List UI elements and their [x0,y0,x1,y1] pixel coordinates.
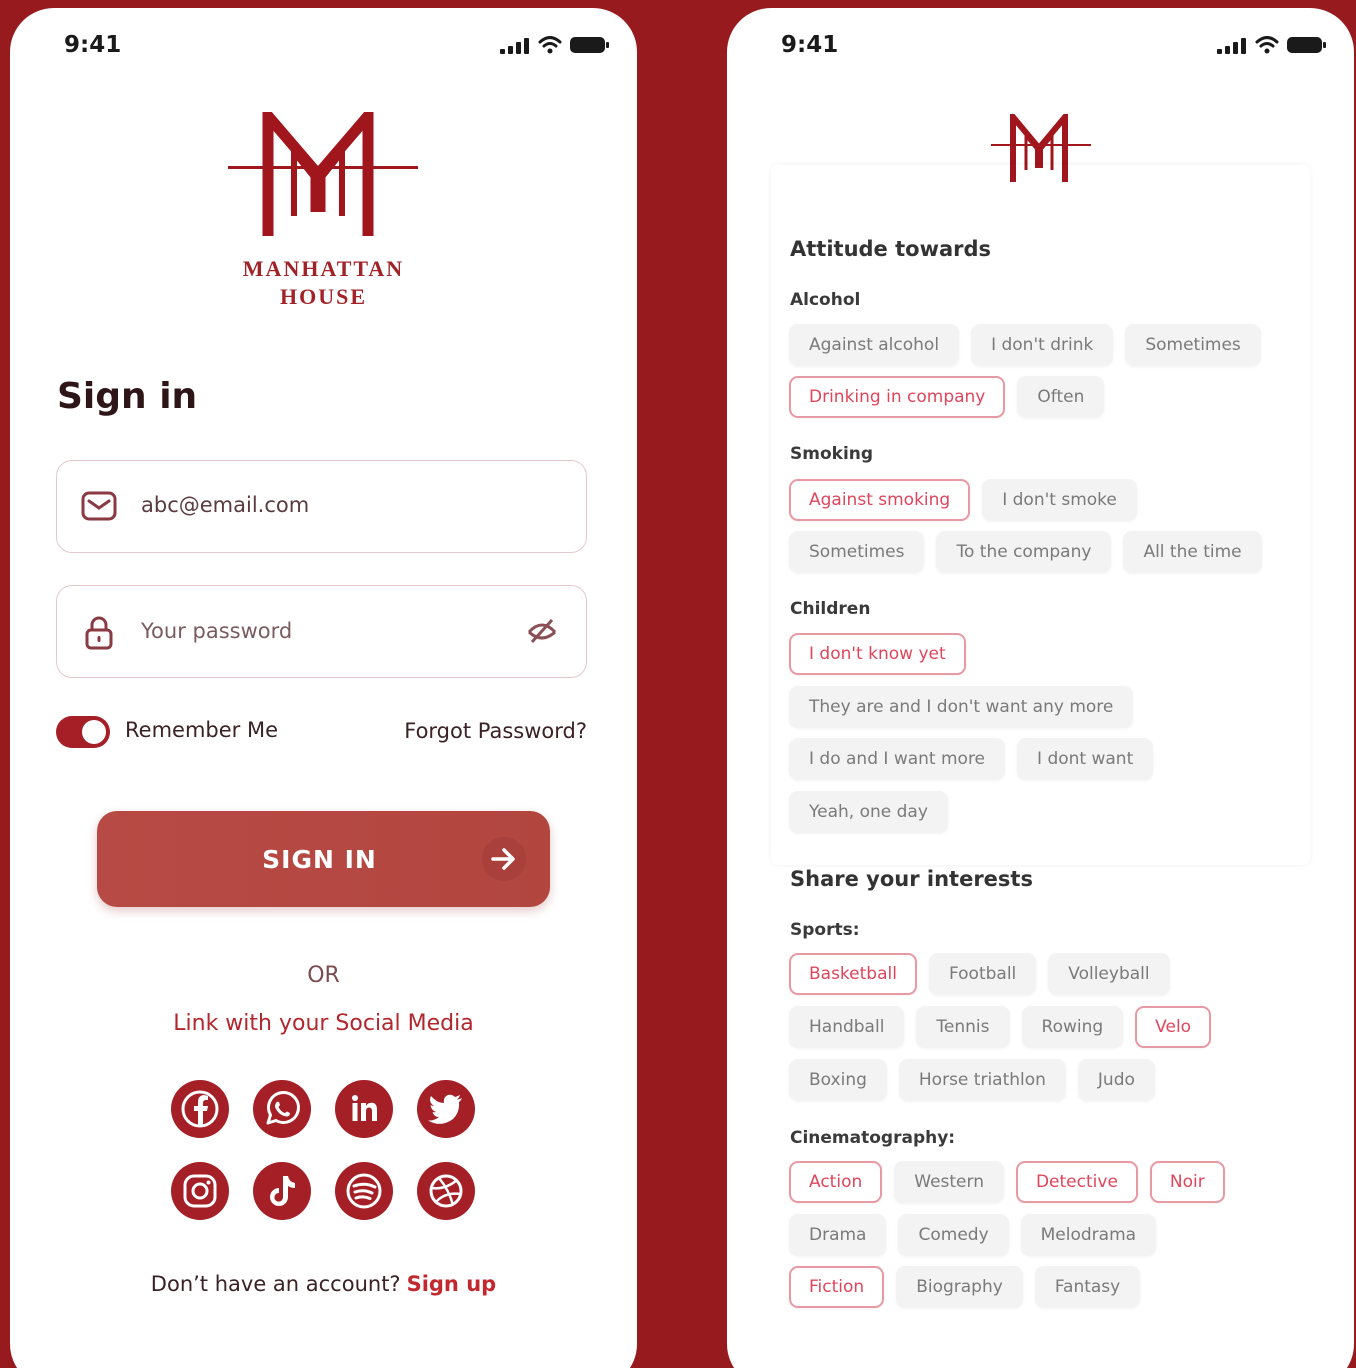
email-value: abc@email.com [141,493,310,517]
chip-often[interactable]: Often [1017,376,1105,418]
spotify-icon[interactable] [335,1162,393,1220]
twitter-icon[interactable] [417,1080,475,1138]
chip-row: Drinking in company Often [789,376,1105,418]
chip-western[interactable]: Western [894,1161,1004,1203]
facebook-icon[interactable] [171,1080,229,1138]
signin-screen: 9:41 MANHATTAN HOUSE Sign in abc@email.c… [10,8,637,1368]
toggle-knob [82,720,106,744]
chip-comedy[interactable]: Comedy [898,1214,1009,1256]
chip-to-the-company[interactable]: To the company [936,531,1112,573]
chip-biography[interactable]: Biography [896,1266,1023,1308]
chip-sometimes[interactable]: Sometimes [789,531,925,573]
chip-drinking-in-company[interactable]: Drinking in company [789,376,1006,418]
chip-horse-triathlon[interactable]: Horse triathlon [898,1059,1066,1101]
chip-against-smoking[interactable]: Against smoking [789,479,971,521]
signal-icon [1217,38,1246,54]
chip-rowing[interactable]: Rowing [1021,1006,1124,1048]
group-title-smoking: Smoking [790,444,874,464]
no-account-text: Don’t have an account? [150,1272,401,1296]
chip-all-the-time[interactable]: All the time [1123,531,1262,573]
chip-row: Action Western Detective Noir [789,1161,1225,1203]
chip-row: I don't know yet [789,633,966,675]
chip-i-dont-want[interactable]: I dont want [1017,738,1154,780]
hide-password-icon[interactable] [526,616,558,644]
chip-basketball[interactable]: Basketball [789,953,917,995]
brand-name-line2: HOUSE [279,284,368,309]
or-divider: OR [307,963,340,988]
chip-boxing[interactable]: Boxing [789,1059,887,1101]
lock-icon [85,616,113,650]
status-time: 9:41 [64,32,122,58]
chip-row: Handball Tennis Rowing Velo [789,1006,1212,1048]
chip-handball[interactable]: Handball [789,1006,905,1048]
chip-yeah-one-day[interactable]: Yeah, one day [789,791,948,833]
social-media-heading: Link with your Social Media [173,1011,474,1036]
chip-i-dont-drink[interactable]: I don't drink [971,324,1114,366]
chip-against-alcohol[interactable]: Against alcohol [789,324,960,366]
mail-icon [81,491,117,521]
password-field[interactable] [56,585,587,678]
group-title-sports: Sports: [790,920,860,940]
wifi-icon [538,36,562,54]
chip-velo[interactable]: Velo [1135,1006,1212,1048]
chip-football[interactable]: Football [928,953,1037,995]
whatsapp-icon[interactable] [253,1080,311,1138]
email-field[interactable]: abc@email.com [56,460,587,553]
sign-up-link[interactable]: Sign up [407,1272,497,1296]
remember-me-label: Remember Me [125,718,278,742]
chip-fiction[interactable]: Fiction [789,1266,885,1308]
linkedin-icon[interactable] [335,1080,393,1138]
chip-row: Basketball Football Volleyball [789,953,1170,995]
chip-i-dont-know-yet[interactable]: I don't know yet [789,633,966,675]
chip-i-do-want-more[interactable]: I do and I want more [789,738,1006,780]
forgot-password-link[interactable]: Forgot Password? [404,719,587,743]
signal-icon [500,38,529,54]
attitude-heading: Attitude towards [790,237,992,261]
chip-volleyball[interactable]: Volleyball [1048,953,1170,995]
chip-row: Drama Comedy Melodrama [789,1214,1157,1256]
chip-row: Against smoking I don't smoke [789,479,1137,521]
group-title-cinematography: Cinematography: [790,1128,956,1148]
chip-row: Fiction Biography Fantasy [789,1266,1141,1308]
status-icons [500,36,610,54]
chip-row: Yeah, one day [789,791,948,833]
chip-they-are-no-more[interactable]: They are and I don't want any more [789,686,1134,728]
signup-prompt: Don’t have an account? Sign up [10,1272,637,1296]
chip-row: Against alcohol I don't drink Sometimes [789,324,1261,366]
preferences-screen: 9:41 Attitude towards Alcohol Against al… [727,8,1354,1368]
chip-melodrama[interactable]: Melodrama [1020,1214,1157,1256]
chip-row: They are and I don't want any more [789,686,1134,728]
chip-detective[interactable]: Detective [1015,1161,1138,1203]
chip-drama[interactable]: Drama [789,1214,887,1256]
group-title-alcohol: Alcohol [790,290,861,310]
password-input[interactable] [141,614,501,648]
chip-row: Boxing Horse triathlon Judo [789,1059,1155,1101]
group-title-children: Children [790,599,871,619]
arrow-right-icon [482,837,526,881]
chip-row: I do and I want more I dont want [789,738,1154,780]
dribbble-icon[interactable] [417,1162,475,1220]
instagram-icon[interactable] [171,1162,229,1220]
interests-heading: Share your interests [790,867,1033,891]
chip-tennis[interactable]: Tennis [916,1006,1010,1048]
remember-me-toggle[interactable] [56,716,110,748]
manhattan-house-logo [228,112,418,236]
chip-action[interactable]: Action [789,1161,883,1203]
chip-judo[interactable]: Judo [1077,1059,1155,1101]
battery-icon [570,37,609,53]
sign-in-button-label: SIGN IN [262,845,377,874]
brand-name-line1: MANHATTAN [242,256,405,281]
battery-icon [1287,37,1326,53]
tiktok-icon[interactable] [253,1162,311,1220]
sign-in-button[interactable]: SIGN IN [97,811,550,907]
chip-i-dont-smoke[interactable]: I don't smoke [982,479,1137,521]
chip-row: Sometimes To the company All the time [789,531,1262,573]
chip-sometimes[interactable]: Sometimes [1125,324,1261,366]
page-title: Sign in [57,376,198,417]
chip-noir[interactable]: Noir [1149,1161,1225,1203]
chip-fantasy[interactable]: Fantasy [1034,1266,1141,1308]
status-icons [1217,36,1327,54]
status-time: 9:41 [781,32,839,58]
wifi-icon [1255,36,1279,54]
